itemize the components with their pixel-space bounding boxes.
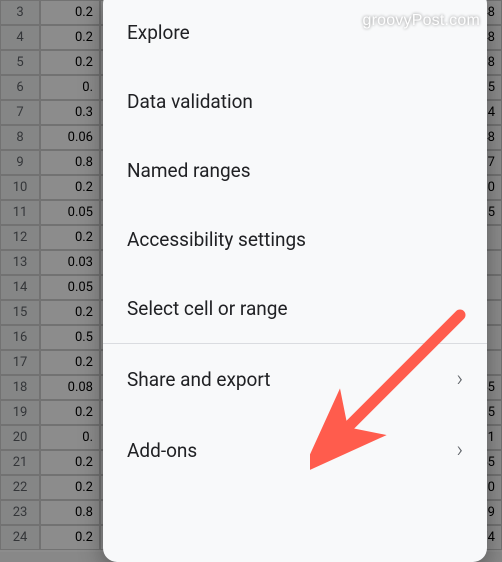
row-header: 12 [0,225,40,250]
menu-item-label: Select cell or range [127,297,463,320]
cell: 0. [40,75,100,100]
row-header: 23 [0,500,40,525]
menu-item-select-cell-or-range[interactable]: Select cell or range [103,274,487,343]
cell: 0.3 [40,100,100,125]
menu-item-share-and-export[interactable]: Share and export › [103,344,487,415]
cell: 0.08 [40,375,100,400]
cell: 0.2 [40,450,100,475]
row-header: 13 [0,250,40,275]
menu-item-label: Accessibility settings [127,228,463,251]
row-header: 10 [0,175,40,200]
menu-item-add-ons[interactable]: Add-ons › [103,415,487,486]
chevron-right-icon: › [456,438,463,463]
row-header: 21 [0,450,40,475]
menu-item-label: Data validation [127,90,463,113]
menu-item-explore[interactable]: Explore [103,0,487,67]
cell: 0.2 [40,50,100,75]
row-header: 9 [0,150,40,175]
context-menu: Explore Data validation Named ranges Access… [103,0,487,562]
cell: 0.2 [40,225,100,250]
row-header: 4 [0,25,40,50]
cell: 0.03 [40,250,100,275]
menu-item-named-ranges[interactable]: Named ranges [103,136,487,205]
cell: 0.5 [40,325,100,350]
row-header: 17 [0,350,40,375]
chevron-right-icon: › [456,367,463,392]
cell: 0.2 [40,25,100,50]
cell: 0.2 [40,400,100,425]
cell: 0.2 [40,0,100,25]
row-header: 24 [0,525,40,550]
cell: 0.2 [40,525,100,550]
row-header: 11 [0,200,40,225]
row-header: 7 [0,100,40,125]
cell: 0.2 [40,350,100,375]
menu-item-label: Named ranges [127,159,463,182]
cell: 0.05 [40,275,100,300]
row-header: 16 [0,325,40,350]
row-header: 3 [0,0,40,25]
cell: 0.8 [40,150,100,175]
row-header: 20 [0,425,40,450]
cell: 0.2 [40,175,100,200]
row-header: 5 [0,50,40,75]
row-header: 19 [0,400,40,425]
menu-item-label: Add-ons [127,439,446,462]
cell: 0.2 [40,475,100,500]
row-header: 14 [0,275,40,300]
cell: 0.05 [40,200,100,225]
row-header: 8 [0,125,40,150]
cell: 0.2 [40,300,100,325]
cell: 0. [40,425,100,450]
cell: 0.06 [40,125,100,150]
menu-item-label: Share and export [127,368,446,391]
menu-item-data-validation[interactable]: Data validation [103,67,487,136]
menu-item-accessibility-settings[interactable]: Accessibility settings [103,205,487,274]
watermark: groovyPost.com [362,12,480,30]
row-header: 22 [0,475,40,500]
row-header: 18 [0,375,40,400]
row-header: 15 [0,300,40,325]
cell: 0.8 [40,500,100,525]
row-header: 6 [0,75,40,100]
